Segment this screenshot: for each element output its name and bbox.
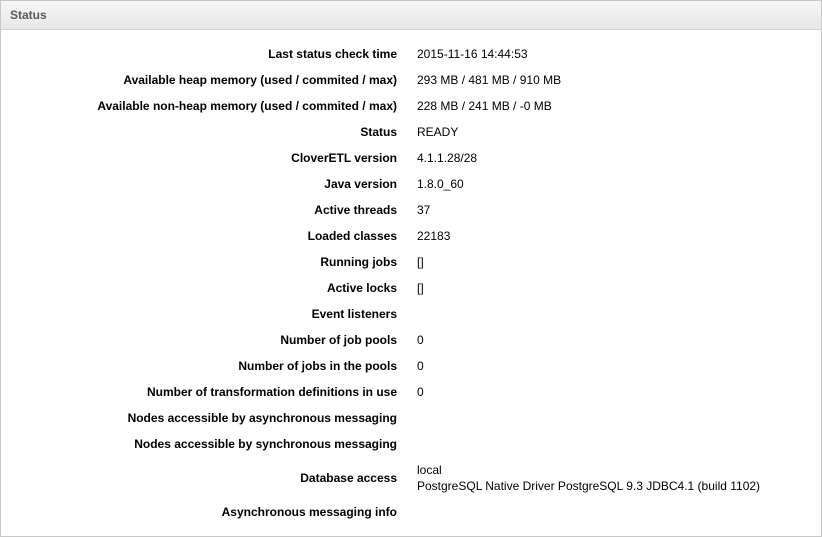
- row-label: Asynchronous messaging info: [221, 505, 397, 519]
- row-loaded-classes: Loaded classes 22183: [1, 223, 821, 249]
- row-value: 22183: [417, 229, 451, 243]
- row-label: Java version: [324, 177, 397, 191]
- row-value: 0: [417, 385, 424, 399]
- row-heap-memory: Available heap memory (used / commited /…: [1, 67, 821, 93]
- row-active-threads: Active threads 37: [1, 197, 821, 223]
- row-non-heap-memory: Available non-heap memory (used / commit…: [1, 93, 821, 119]
- row-label: Number of transformation definitions in …: [146, 385, 397, 399]
- row-value: 1.8.0_60: [417, 177, 464, 191]
- row-value: 0: [417, 359, 424, 373]
- row-label: CloverETL version: [291, 151, 397, 165]
- row-label: Running jobs: [320, 255, 397, 269]
- row-nodes-sync-messaging: Nodes accessible by synchronous messagin…: [1, 431, 821, 457]
- row-status: Status READY: [1, 119, 821, 145]
- row-label: Number of job pools: [280, 333, 397, 347]
- row-label: Active threads: [314, 203, 397, 217]
- row-event-listeners: Event listeners: [1, 301, 821, 327]
- row-database-access: Database access local PostgreSQL Native …: [1, 457, 821, 499]
- row-label: Active locks: [326, 281, 397, 295]
- row-label: Database access: [300, 471, 397, 485]
- row-label: Last status check time: [268, 47, 397, 61]
- row-label: Number of jobs in the pools: [238, 359, 397, 373]
- database-access-type: local: [417, 463, 442, 477]
- row-label: Nodes accessible by asynchronous messagi…: [127, 411, 397, 425]
- row-value: 228 MB / 241 MB / -0 MB: [417, 99, 552, 113]
- row-label: Status: [360, 125, 397, 139]
- database-driver-info: PostgreSQL Native Driver PostgreSQL 9.3 …: [417, 479, 761, 493]
- row-last-status-check-time: Last status check time 2015-11-16 14:44:…: [1, 41, 821, 67]
- status-panel: Status Last status check time 2015-11-16…: [0, 0, 822, 537]
- row-java-version: Java version 1.8.0_60: [1, 171, 821, 197]
- row-value: []: [417, 255, 424, 269]
- row-value: READY: [417, 125, 459, 139]
- row-value: 4.1.1.28/28: [417, 151, 478, 165]
- row-value: 293 MB / 481 MB / 910 MB: [417, 73, 562, 87]
- row-label: Nodes accessible by synchronous messagin…: [134, 437, 397, 451]
- row-label: Loaded classes: [307, 229, 397, 243]
- panel-title: Status: [1, 1, 821, 30]
- row-transformation-definitions: Number of transformation definitions in …: [1, 379, 821, 405]
- row-running-jobs: Running jobs []: [1, 249, 821, 275]
- row-number-of-job-pools: Number of job pools 0: [1, 327, 821, 353]
- status-table: Last status check time 2015-11-16 14:44:…: [1, 41, 821, 525]
- row-number-of-jobs-in-pools: Number of jobs in the pools 0: [1, 353, 821, 379]
- row-async-messaging-info: Asynchronous messaging info: [1, 499, 821, 525]
- row-cloveretl-version: CloverETL version 4.1.1.28/28: [1, 145, 821, 171]
- row-value: 2015-11-16 14:44:53: [417, 47, 528, 61]
- row-label: Event listeners: [311, 307, 397, 321]
- row-active-locks: Active locks []: [1, 275, 821, 301]
- row-value: 0: [417, 333, 424, 347]
- row-value: 37: [417, 203, 431, 217]
- row-value: []: [417, 281, 424, 295]
- row-label: Available heap memory (used / commited /…: [123, 73, 397, 87]
- row-value: local PostgreSQL Native Driver PostgreSQ…: [397, 462, 821, 494]
- row-label: Available non-heap memory (used / commit…: [97, 99, 397, 113]
- row-nodes-async-messaging: Nodes accessible by asynchronous messagi…: [1, 405, 821, 431]
